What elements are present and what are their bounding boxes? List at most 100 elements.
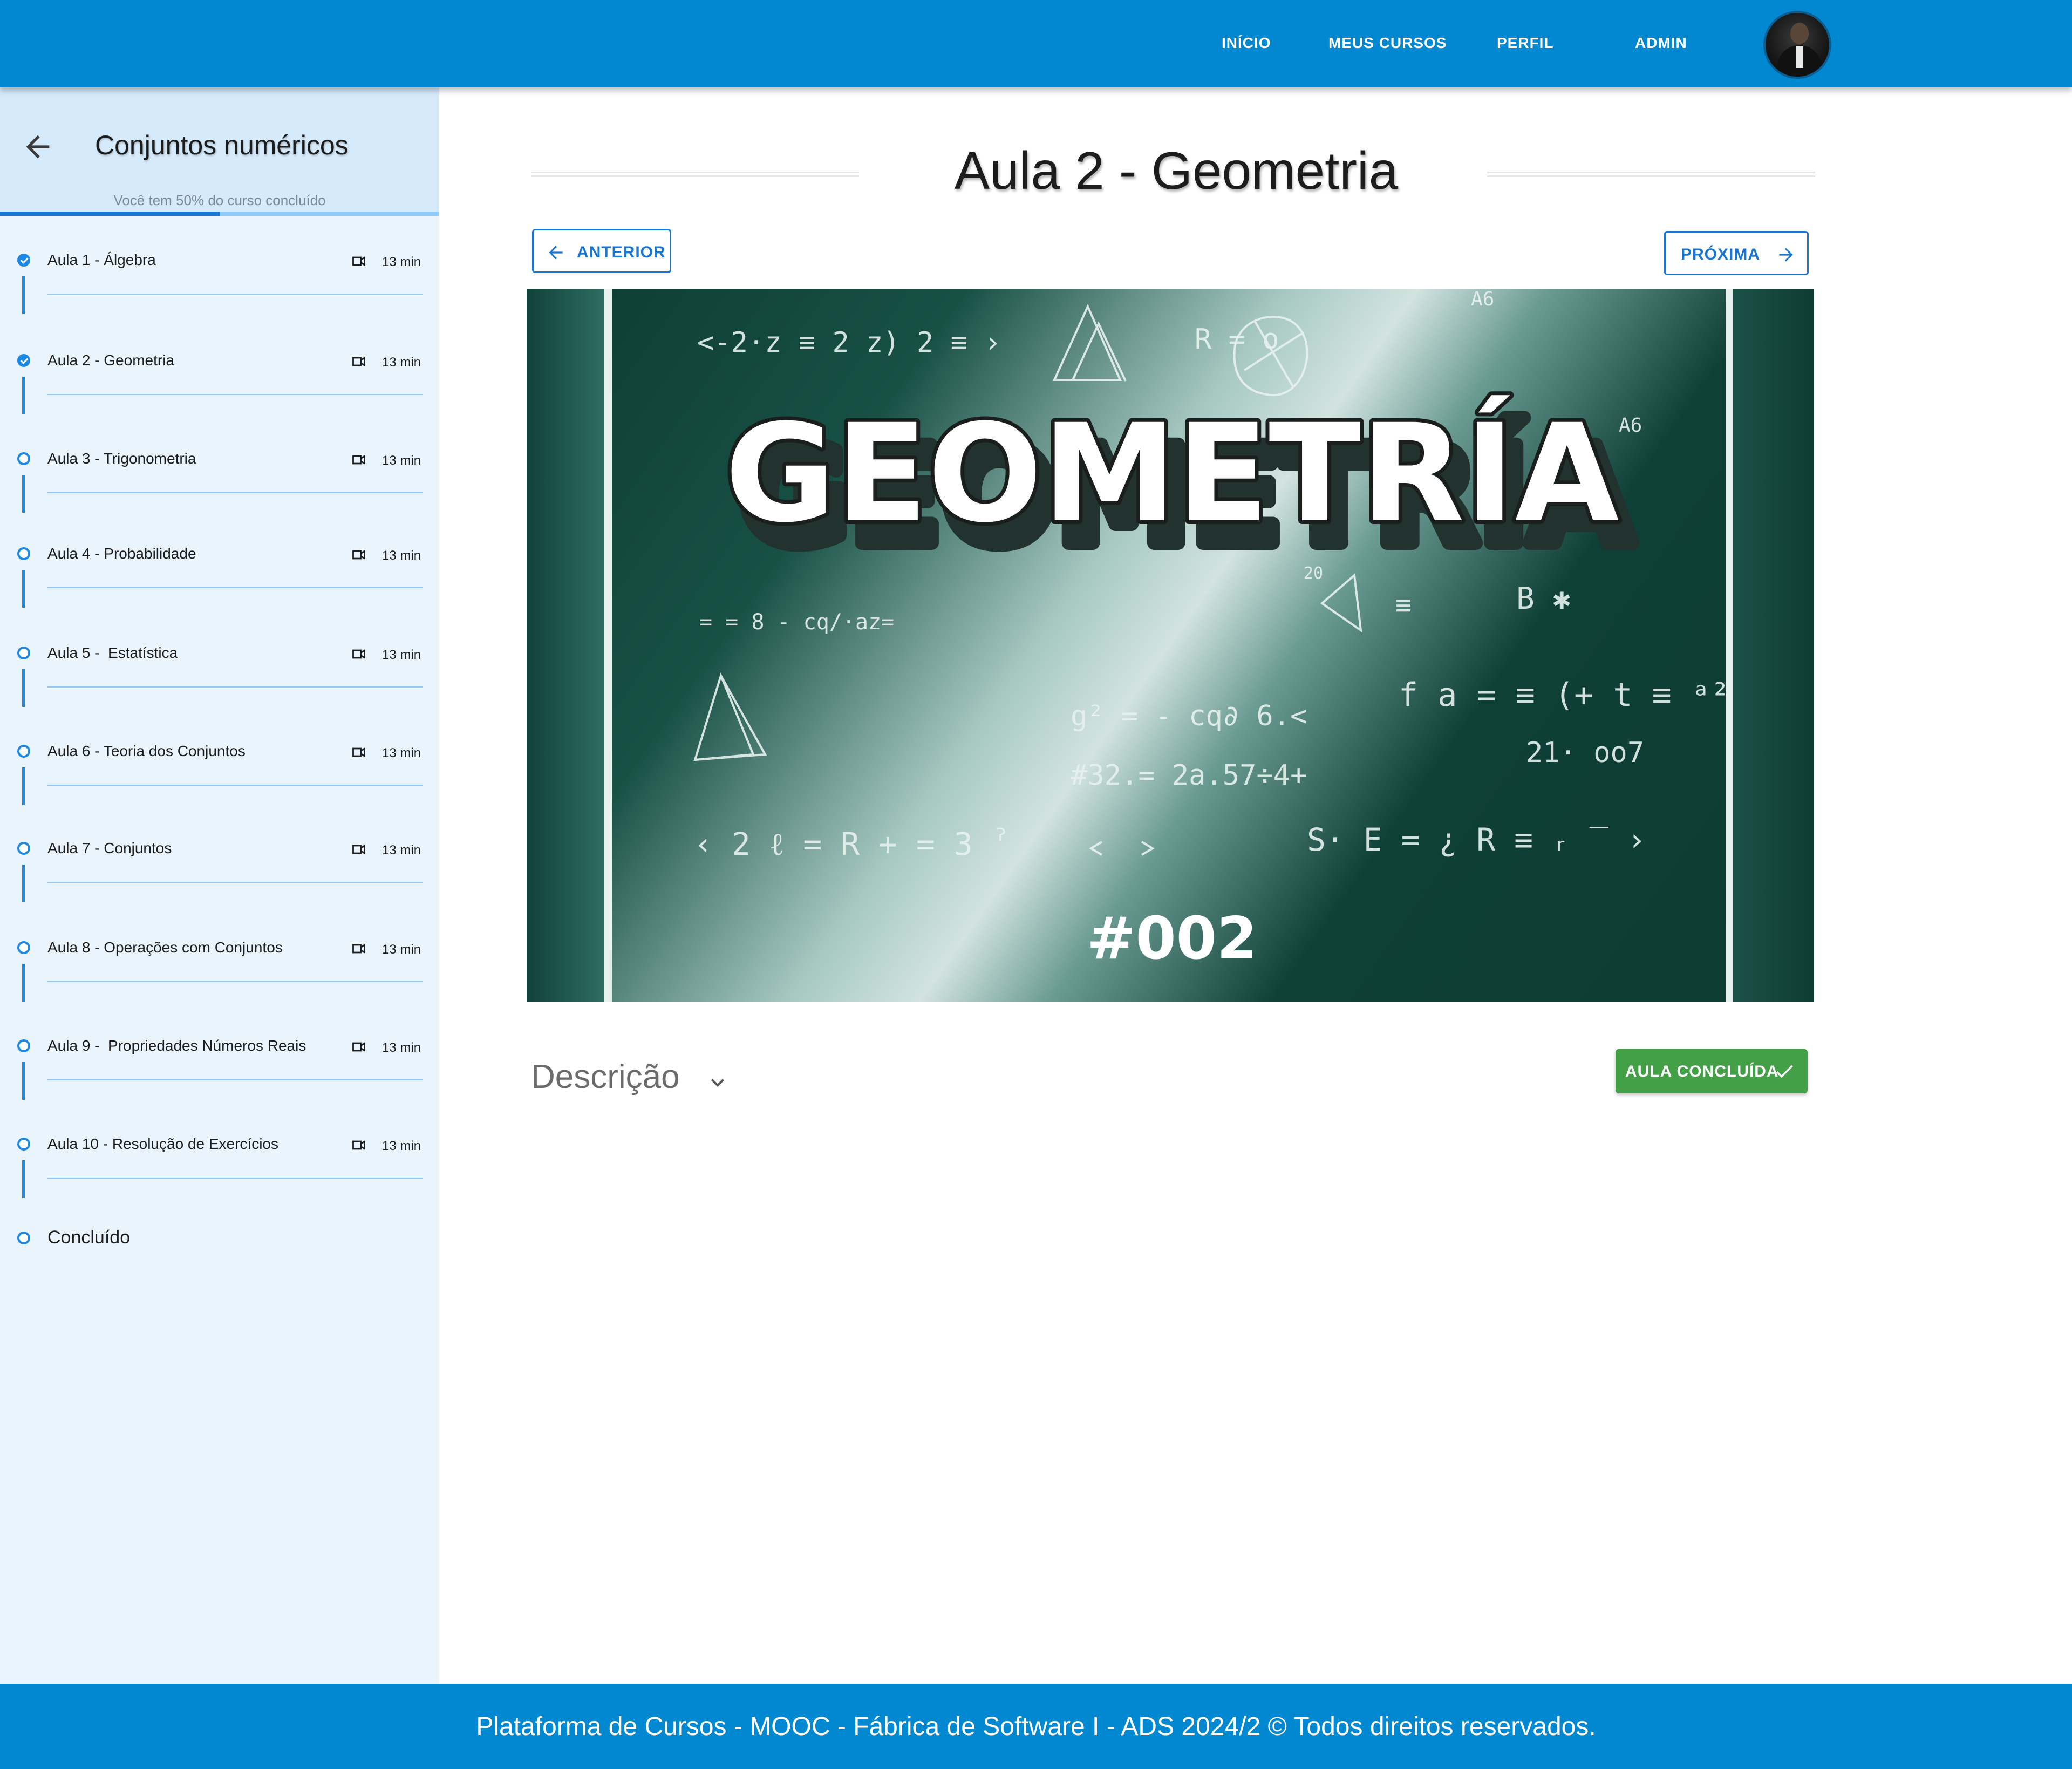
chalkboard-art: <-2·z ≡ 2 z) 2 ≡ › R = o A6 A6 B ✱ = = 8… xyxy=(693,289,1730,972)
video-camera-icon xyxy=(352,1140,365,1150)
step-connector xyxy=(22,1160,25,1198)
step-circle-icon xyxy=(17,452,30,465)
progress-text: Você tem 50% do curso concluído xyxy=(113,192,326,208)
step-circle-icon xyxy=(17,842,30,855)
svg-text:B ✱: B ✱ xyxy=(1516,581,1571,616)
lesson-label: Aula 4 - Probabilidade xyxy=(47,545,196,562)
top-app-bar: INÍCIO MEUS CURSOS PERFIL ADMIN xyxy=(0,0,2072,87)
lesson-label: Aula 7 - Conjuntos xyxy=(47,840,172,856)
chalk-formulas: <-2·z ≡ 2 z) 2 ≡ › R = o A6 A6 B ✱ = = 8… xyxy=(694,289,1730,862)
svg-text:S· E = ¿ R ≡ ᵣ ‾ ›: S· E = ¿ R ≡ ᵣ ‾ › xyxy=(1307,821,1646,858)
lesson-label: Aula 5 - Estatística xyxy=(47,644,178,661)
step-connector xyxy=(22,669,25,707)
svg-text:g² = - cq∂ 6.<: g² = - cq∂ 6.< xyxy=(1071,700,1307,732)
back-arrow-icon[interactable] xyxy=(21,130,55,164)
nav-meus-cursos[interactable]: MEUS CURSOS xyxy=(1328,35,1447,52)
lesson-duration: 13 min xyxy=(382,1139,421,1153)
course-title: Conjuntos numéricos xyxy=(95,130,349,160)
nav-inicio[interactable]: INÍCIO xyxy=(1222,35,1271,52)
next-button[interactable]: PRÓXIMA xyxy=(1664,231,1809,275)
svg-text:R = o: R = o xyxy=(1195,323,1279,356)
concluded-step[interactable]: Concluído xyxy=(0,1217,439,1255)
previous-label: ANTERIOR xyxy=(577,243,666,261)
video-camera-icon xyxy=(352,256,365,266)
lesson-duration: 13 min xyxy=(382,355,421,370)
avatar-head xyxy=(1790,23,1809,44)
step-connector xyxy=(22,767,25,805)
lesson-completed-label: AULA CONCLUÍDA xyxy=(1625,1063,1779,1080)
footer: Plataforma de Cursos - MOOC - Fábrica de… xyxy=(0,1684,2072,1769)
lesson-item[interactable]: Aula 6 - Teoria dos Conjuntos 13 min xyxy=(0,731,439,774)
video-camera-icon xyxy=(352,357,365,366)
lesson-item[interactable]: Aula 10 - Resolução de Exercícios 13 min xyxy=(0,1124,439,1167)
lesson-duration: 13 min xyxy=(382,548,421,563)
svg-text:‹ 2 ℓ = R + = 3 ˀ: ‹ 2 ℓ = R + = 3 ˀ xyxy=(694,826,1011,862)
lesson-label: Aula 6 - Teoria dos Conjuntos xyxy=(47,743,246,759)
lesson-item[interactable]: Aula 4 - Probabilidade 13 min xyxy=(0,533,439,576)
lesson-divider xyxy=(47,981,423,982)
step-circle-icon xyxy=(17,1039,30,1052)
video-camera-icon xyxy=(352,1042,365,1052)
step-circle-icon xyxy=(17,647,30,659)
progress-bar-fill xyxy=(0,212,220,216)
sidebar-header: Conjuntos numéricos Você tem 50% do curs… xyxy=(0,87,439,216)
video-camera-icon xyxy=(352,455,365,465)
lesson-duration: 13 min xyxy=(382,1040,421,1055)
lesson-duration: 13 min xyxy=(382,255,421,269)
lesson-divider xyxy=(47,587,423,588)
lesson-item[interactable]: Aula 2 - Geometria 13 min xyxy=(0,340,439,383)
video-episode: #002 xyxy=(1087,905,1257,972)
lesson-label: Aula 9 - Propriedades Números Reais xyxy=(47,1037,306,1054)
video-headline: GEOMETRÍA xyxy=(725,395,1619,552)
description-toggle[interactable]: Descrição xyxy=(531,1058,680,1096)
lesson-divider xyxy=(47,1079,423,1080)
step-connector xyxy=(22,570,25,608)
svg-text:≡: ≡ xyxy=(1395,589,1412,621)
concluded-label: Concluído xyxy=(47,1227,131,1248)
lesson-item[interactable]: Aula 7 - Conjuntos 13 min xyxy=(0,828,439,871)
lesson-item[interactable]: Aula 8 - Operações com Conjuntos 13 min xyxy=(0,927,439,970)
user-avatar[interactable] xyxy=(1763,11,1831,79)
step-connector xyxy=(22,1062,25,1100)
lesson-label: Aula 10 - Resolução de Exercícios xyxy=(47,1135,278,1152)
progress-bar xyxy=(0,212,439,216)
lesson-divider xyxy=(47,785,423,786)
lesson-item[interactable]: Aula 1 - Álgebra 13 min xyxy=(0,240,439,283)
lesson-divider xyxy=(47,294,423,295)
step-circle-icon xyxy=(17,941,30,954)
footer-text: Plataforma de Cursos - MOOC - Fábrica de… xyxy=(476,1712,1596,1741)
video-camera-icon xyxy=(352,550,365,560)
lesson-item[interactable]: Aula 3 - Trigonometria 13 min xyxy=(0,438,439,481)
lesson-duration: 13 min xyxy=(382,648,421,662)
lesson-divider xyxy=(47,492,423,493)
step-connector xyxy=(22,276,25,314)
svg-text:f a = ≡ (+ t ≡ ᵃ²: f a = ≡ (+ t ≡ ᵃ² xyxy=(1399,676,1730,714)
step-connector xyxy=(22,475,25,513)
video-player[interactable]: <-2·z ≡ 2 z) 2 ≡ › R = o A6 A6 B ✱ = = 8… xyxy=(527,289,1814,1002)
lesson-duration: 13 min xyxy=(382,453,421,468)
nav-perfil[interactable]: PERFIL xyxy=(1497,35,1554,52)
lesson-completed-button[interactable]: AULA CONCLUÍDA xyxy=(1616,1049,1808,1093)
lesson-divider xyxy=(47,882,423,883)
previous-button[interactable]: ANTERIOR xyxy=(532,229,671,273)
lesson-item[interactable]: Aula 5 - Estatística 13 min xyxy=(0,632,439,676)
lesson-label: Aula 3 - Trigonometria xyxy=(47,450,196,467)
lesson-divider xyxy=(47,686,423,688)
check-icon xyxy=(1776,1065,1793,1078)
lesson-duration: 13 min xyxy=(382,746,421,760)
chevron-down-icon[interactable] xyxy=(705,1070,731,1096)
svg-text:21· oo7: 21· oo7 xyxy=(1526,737,1644,769)
check-circle-icon xyxy=(17,254,30,267)
svg-text:<-2·z ≡ 2 z) 2 ≡ ›: <-2·z ≡ 2 z) 2 ≡ › xyxy=(697,326,1001,359)
step-circle-icon xyxy=(17,745,30,758)
nav-admin[interactable]: ADMIN xyxy=(1635,35,1687,52)
arrow-right-icon xyxy=(1779,248,1793,262)
lesson-divider xyxy=(47,1178,423,1179)
video-camera-icon xyxy=(352,649,365,659)
step-connector xyxy=(22,865,25,902)
video-camera-icon xyxy=(352,845,365,854)
lesson-duration: 13 min xyxy=(382,843,421,858)
lesson-item[interactable]: Aula 9 - Propriedades Números Reais 13 mi… xyxy=(0,1025,439,1069)
step-circle-icon xyxy=(17,1138,30,1151)
step-circle-icon xyxy=(17,547,30,560)
